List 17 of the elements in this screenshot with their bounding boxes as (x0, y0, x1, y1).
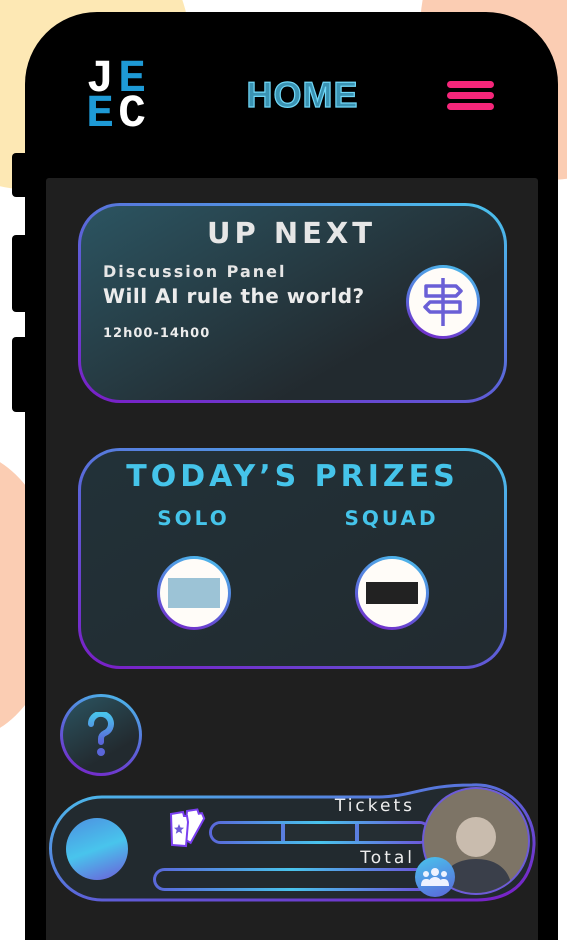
prize-tier-label: SOLO (157, 506, 230, 530)
logo[interactable]: J E EC (84, 62, 148, 132)
photo-placeholder (366, 582, 418, 604)
photo-placeholder (168, 578, 220, 608)
tickets-label: Tickets (334, 796, 415, 816)
menu-button[interactable] (447, 80, 494, 110)
card-heading: UP NEXT (206, 216, 378, 250)
group-icon (421, 867, 449, 887)
up-next-card[interactable]: UP NEXT Discussion Panel Will AI rule the world? 12h00-14h00 (78, 203, 507, 403)
event-category: Discussion Panel (103, 262, 288, 281)
total-label: Total (360, 848, 415, 868)
event-time: 12h00-14h00 (103, 326, 212, 341)
page-title: HOME (246, 74, 358, 116)
help-icon (87, 712, 115, 758)
prize-tier-label: SQUAD (344, 506, 439, 530)
card-heading: TODAY’S PRIZES (125, 459, 460, 494)
event-title: Will AI rule the world? (103, 284, 365, 308)
